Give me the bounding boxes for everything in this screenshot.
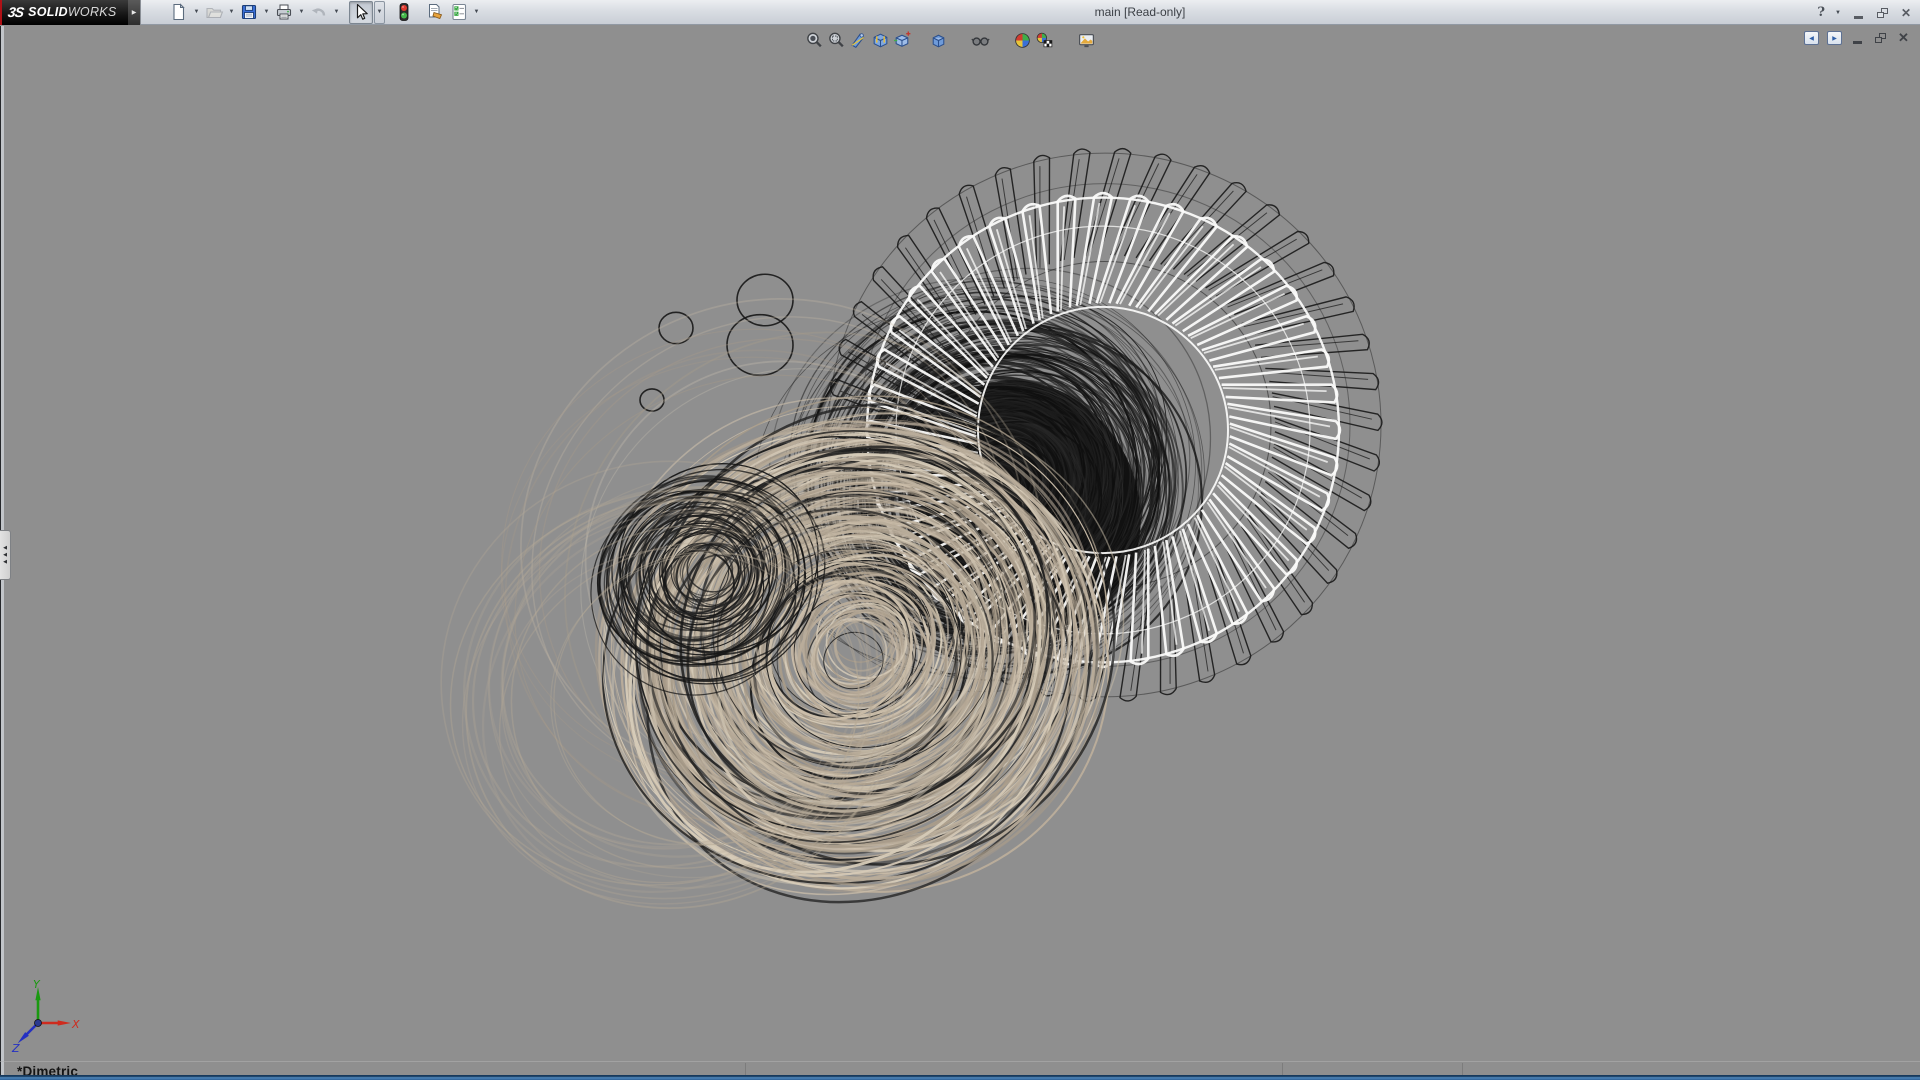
panel-arrow-icon: ◀	[3, 553, 7, 558]
save-button[interactable]	[237, 1, 261, 24]
view-orientation-icon	[871, 31, 890, 50]
print-button[interactable]	[272, 1, 296, 24]
save-floppy-icon	[239, 2, 259, 22]
document-window-controls: ◀ ▶ ✕	[1804, 30, 1911, 46]
doc-minimize-icon	[1853, 41, 1862, 44]
svg-text:Z: Z	[11, 1042, 20, 1055]
select-cursor-icon	[351, 2, 371, 22]
close-button[interactable]: ✕	[1898, 4, 1914, 22]
panel-arrow-icon: ◀	[3, 546, 7, 551]
doc-close-icon: ✕	[1898, 30, 1909, 46]
zoom-to-fit-button[interactable]	[804, 30, 824, 50]
section-view-button[interactable]	[848, 30, 868, 50]
statusbar-divider	[745, 1063, 746, 1075]
restore-icon	[1877, 8, 1888, 18]
view-orientation-button[interactable]	[870, 30, 890, 50]
eyeglasses-icon	[971, 31, 990, 50]
doc-close-button[interactable]: ✕	[1896, 30, 1911, 46]
open-document-dropdown[interactable]: ▼	[226, 1, 237, 24]
edit-appearance-button[interactable]	[1012, 30, 1032, 50]
display-style-icon	[893, 31, 912, 50]
zoom-to-area-button[interactable]	[826, 30, 846, 50]
display-style-button[interactable]	[892, 30, 912, 50]
select-tool-button[interactable]	[349, 1, 373, 24]
svg-text:Y: Y	[33, 978, 41, 991]
statusbar-border	[0, 1061, 1920, 1062]
graphics-viewport: Y X Z	[0, 26, 1920, 1080]
statusbar-divider	[1282, 1063, 1283, 1075]
apply-scene-icon	[1035, 31, 1054, 50]
solidworks-brand: 3S SOLIDWORKS	[0, 0, 128, 25]
print-icon	[274, 2, 294, 22]
brand-text: SOLIDWORKS	[28, 5, 116, 19]
rebuild-traffic-light-icon	[394, 2, 414, 22]
statusbar-divider	[1462, 1063, 1463, 1075]
brand-text-solid: SOLID	[28, 5, 68, 19]
open-folder-icon	[204, 2, 224, 22]
panel-arrow-icon: ◀	[3, 560, 7, 565]
taskbar-edge	[0, 1075, 1920, 1080]
options-button[interactable]	[447, 1, 471, 24]
undo-dropdown[interactable]: ▼	[331, 1, 342, 24]
previous-window-button[interactable]: ◀	[1804, 31, 1819, 45]
solidworks-logo-icon: 3S	[7, 4, 24, 20]
hide-show-items-button[interactable]	[970, 30, 990, 50]
minimize-button[interactable]	[1850, 4, 1866, 22]
help-button[interactable]: ?	[1816, 5, 1826, 20]
svg-text:X: X	[71, 1018, 80, 1031]
file-properties-button[interactable]	[423, 1, 447, 24]
zoom-to-fit-icon	[805, 31, 824, 50]
undo-button[interactable]	[307, 1, 331, 24]
menu-flyout-button[interactable]: ▶	[128, 0, 141, 25]
doc-restore-icon	[1875, 33, 1886, 43]
rebuild-button[interactable]	[392, 1, 416, 24]
next-window-button[interactable]: ▶	[1827, 31, 1842, 45]
section-view-icon	[849, 31, 868, 50]
new-document-icon	[169, 2, 189, 22]
doc-minimize-button[interactable]	[1850, 30, 1865, 46]
zoom-to-area-icon	[827, 31, 846, 50]
app-window-controls: ? ▼ ✕	[1816, 0, 1914, 25]
select-tool-dropdown[interactable]: ▼	[374, 1, 385, 24]
options-dropdown[interactable]: ▼	[471, 1, 482, 24]
minimize-icon	[1854, 16, 1863, 19]
hide-show-display-state-button[interactable]	[928, 30, 948, 50]
open-document-button[interactable]	[202, 1, 226, 24]
undo-icon	[309, 2, 329, 22]
new-document-button[interactable]	[167, 1, 191, 24]
titlebar: 3S SOLIDWORKS ▶ ▼ ▼	[0, 0, 1920, 25]
file-properties-icon	[425, 2, 445, 22]
options-icon	[449, 2, 469, 22]
document-title: main [Read-only]	[490, 0, 1790, 25]
graphics-area[interactable]: Y X Z	[0, 26, 1920, 1080]
solidworks-window: 3S SOLIDWORKS ▶ ▼ ▼	[0, 0, 1920, 1080]
help-dropdown[interactable]: ▼	[1834, 1, 1842, 24]
shaded-cube-icon	[929, 31, 948, 50]
apply-scene-button[interactable]	[1034, 30, 1054, 50]
brand-text-works: WORKS	[68, 5, 117, 19]
restore-button[interactable]	[1874, 4, 1890, 22]
main-toolbar: ▼ ▼ ▼	[141, 0, 482, 24]
print-dropdown[interactable]: ▼	[296, 1, 307, 24]
new-document-dropdown[interactable]: ▼	[191, 1, 202, 24]
doc-restore-button[interactable]	[1873, 30, 1888, 46]
feature-manager-collapse-tab[interactable]: ◀ ◀ ◀	[0, 530, 11, 580]
appearance-sphere-icon	[1013, 31, 1032, 50]
save-dropdown[interactable]: ▼	[261, 1, 272, 24]
close-icon: ✕	[1901, 6, 1911, 20]
view-settings-button[interactable]	[1076, 30, 1096, 50]
headsup-view-toolbar	[804, 30, 1096, 50]
view-settings-monitor-icon	[1077, 31, 1096, 50]
